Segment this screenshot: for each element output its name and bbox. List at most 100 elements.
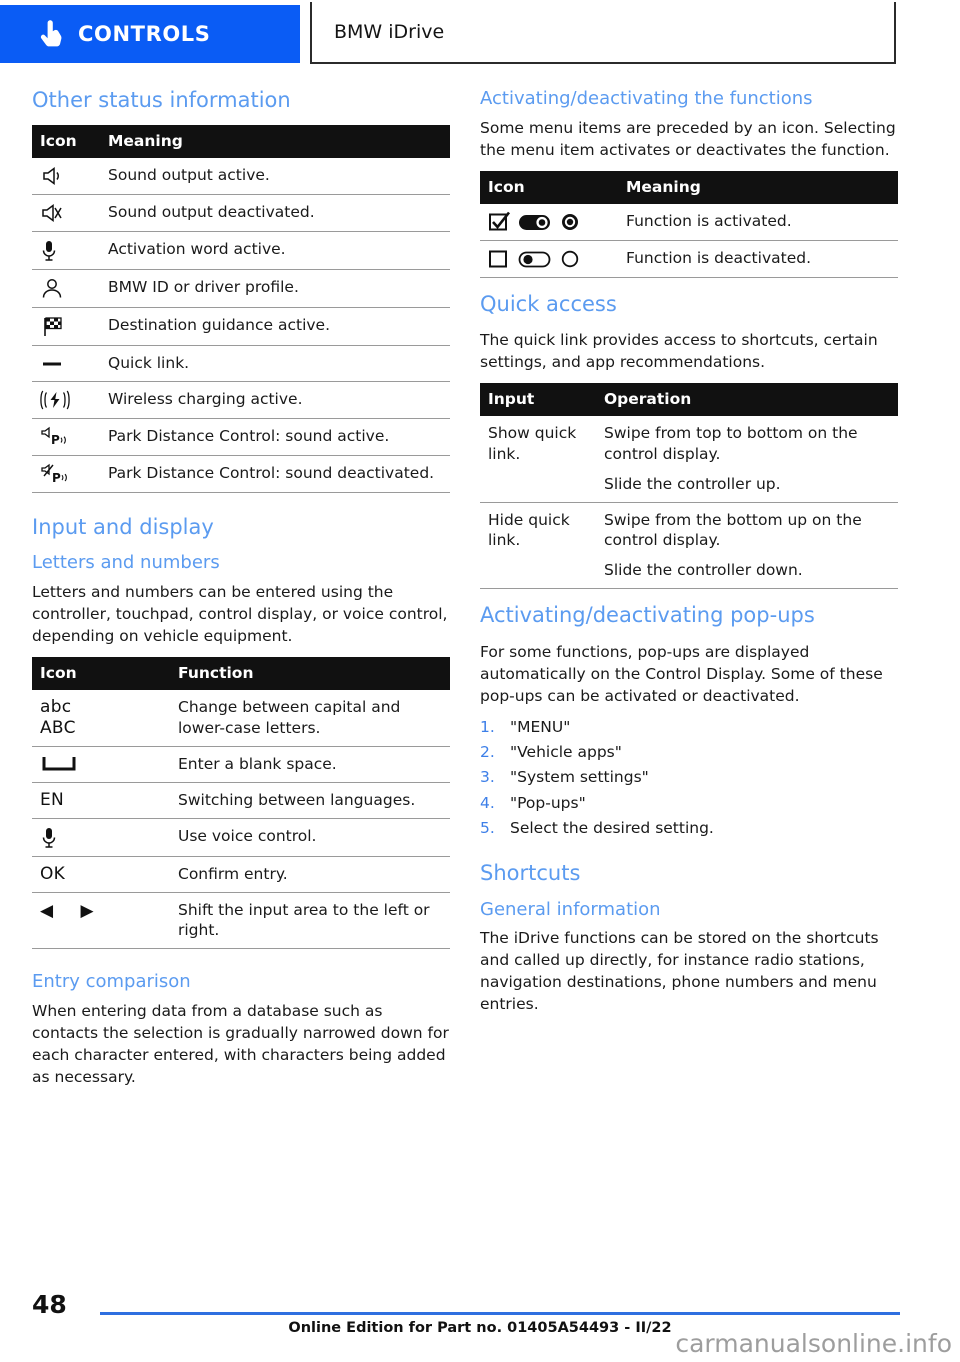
watermark: carmanualsonline.info	[675, 1329, 952, 1358]
heading-shortcuts: Shortcuts	[480, 861, 581, 886]
input-function: Shift the input area to the left or righ…	[170, 892, 450, 950]
wireless-charging-icon-cell	[32, 381, 100, 420]
table-row: ◀ ▶ Shift the input area to the left or …	[32, 892, 450, 950]
svg-text:P: P	[52, 471, 61, 485]
table-row: abc ABC Change between capital and lower…	[32, 689, 450, 747]
column-header-icon: Icon	[480, 170, 618, 204]
page-body: Other status information Icon Meaning So…	[0, 88, 960, 1268]
table-row: Enter a blank space.	[32, 746, 450, 783]
section-activating-functions: Activating/deactivating the functions So…	[480, 88, 898, 278]
status-meaning: Wireless charging active.	[100, 381, 450, 420]
function-state-meaning: Function is deactivated.	[618, 240, 898, 278]
left-column: Other status information Icon Meaning So…	[32, 88, 450, 1110]
abc-case-icon: abc ABC	[40, 697, 76, 738]
quick-access-operations: Swipe from the bottom up on the control …	[596, 502, 898, 590]
left-right-arrows-icon: ◀ ▶	[40, 900, 105, 921]
heading-quick-access: Quick access	[480, 291, 617, 316]
pdc-sound-on-icon: P	[41, 426, 66, 447]
table-row: BMW ID or driver profile.	[32, 269, 450, 309]
tab-chapter[interactable]: BMW iDrive	[310, 2, 896, 64]
status-meaning: Destination guidance active.	[100, 307, 450, 347]
operation-line: Swipe from the bottom up on the control …	[604, 510, 862, 550]
heading-letters-and-numbers: Letters and numbers	[32, 552, 220, 574]
abc-upper-glyph: ABC	[40, 717, 76, 738]
list-popup-steps: "MENU" "Vehicle apps" "System settings" …	[480, 717, 898, 840]
table-input-icons: Icon Function abc ABC Change between cap…	[32, 656, 450, 950]
status-meaning: Park Distance Control: sound active.	[100, 418, 450, 457]
operation-line: Slide the controller up.	[604, 474, 781, 493]
list-item: "System settings"	[480, 767, 649, 789]
person-profile-icon	[42, 279, 62, 298]
microphone-icon	[42, 827, 56, 848]
heading-entry-comparison: Entry comparison	[32, 971, 191, 993]
status-meaning: BMW ID or driver profile.	[100, 269, 450, 309]
pdc-sound-off-icon-cell: P	[32, 455, 100, 494]
table-function-state-icons: Icon Meaning Function is activated. Func…	[480, 170, 898, 278]
tab-controls[interactable]: CONTROLS	[0, 5, 300, 63]
heading-general-information: General information	[480, 898, 661, 920]
page-number: 48	[32, 1290, 67, 1319]
table-row: Sound output active.	[32, 158, 450, 196]
table-header-row: Icon Meaning	[32, 125, 450, 159]
table-row: Sound output deactivated.	[32, 194, 450, 233]
dash-quick-link-icon	[43, 362, 61, 366]
dash-quick-link-icon-cell	[32, 345, 100, 383]
footer-divider	[100, 1312, 900, 1315]
column-header-meaning: Meaning	[100, 125, 450, 159]
pdc-sound-on-icon-cell: P	[32, 418, 100, 457]
language-en-icon: EN	[40, 789, 65, 810]
tab-chapter-label: BMW iDrive	[334, 21, 445, 43]
section-other-status-information: Other status information Icon Meaning So…	[32, 88, 450, 494]
list-item: "Pop-ups"	[480, 793, 586, 815]
paragraph-quick-access: The quick link provides access to shortc…	[480, 330, 878, 371]
paragraph-entry-comparison: When entering data from a database such …	[32, 1001, 449, 1086]
language-en-icon-cell: EN	[32, 782, 170, 819]
tab-controls-label: CONTROLS	[78, 22, 211, 46]
table-row: Function is deactivated.	[480, 240, 898, 278]
status-meaning: Sound output deactivated.	[100, 194, 450, 233]
speaker-on-icon	[43, 167, 59, 186]
abc-case-icon-cell: abc ABC	[32, 689, 170, 747]
person-profile-icon-cell	[32, 269, 100, 309]
operation-line: Swipe from top to bottom on the control …	[604, 423, 858, 463]
table-status-icons: Icon Meaning Sound output active. Sound …	[32, 125, 450, 494]
heading-activating-functions: Activating/deactivating the functions	[480, 88, 813, 109]
table-row: Wireless charging active.	[32, 381, 450, 420]
heading-input-and-display: Input and display	[32, 515, 214, 540]
microphone-icon-cell	[32, 231, 100, 271]
column-header-input: Input	[480, 382, 596, 416]
table-row: Activation word active.	[32, 231, 450, 271]
column-header-icon: Icon	[32, 125, 100, 159]
radio-selected-icon	[561, 213, 578, 230]
table-row: Function is activated.	[480, 203, 898, 241]
checkered-flag-icon	[44, 317, 62, 337]
table-row: Quick link.	[32, 345, 450, 383]
list-item: "Vehicle apps"	[480, 742, 622, 764]
radio-unselected-icon	[561, 250, 579, 267]
table-row: Use voice control.	[32, 818, 450, 857]
checkbox-unchecked-icon	[489, 250, 507, 268]
table-row: EN Switching between languages.	[32, 782, 450, 819]
pointing-hand-icon	[40, 20, 62, 47]
status-meaning: Sound output active.	[100, 158, 450, 196]
page-footer: 48 Online Edition for Part no. 01405A544…	[0, 1268, 960, 1362]
space-bar-icon-cell	[32, 746, 170, 783]
table-quick-access: Input Operation Show quick link. Swipe f…	[480, 382, 898, 590]
paragraph-popups: For some functions, pop-ups are displaye…	[480, 642, 883, 705]
quick-access-input: Show quick link.	[480, 415, 596, 503]
status-meaning: Quick link.	[100, 345, 450, 383]
pdc-sound-off-icon: P	[41, 463, 67, 485]
ok-confirm-icon-cell: OK	[32, 856, 170, 893]
microphone-icon	[42, 241, 56, 261]
list-item: Select the desired setting.	[480, 818, 714, 840]
heading-popups: Activating/deactivating pop-ups	[480, 603, 815, 628]
operation-line: Slide the controller down.	[604, 561, 803, 580]
input-function: Change between capital and lower-case le…	[170, 689, 450, 747]
paragraph-activating-functions: Some menu items are preceded by an icon.…	[480, 118, 896, 159]
right-column: Activating/deactivating the functions So…	[480, 88, 898, 1037]
checkbox-checked-icon	[489, 211, 511, 231]
section-quick-access: Quick access The quick link provides acc…	[480, 292, 898, 590]
ok-confirm-icon: OK	[40, 863, 66, 884]
column-header-meaning: Meaning	[618, 170, 898, 204]
deactivated-icons-cell	[480, 240, 618, 278]
